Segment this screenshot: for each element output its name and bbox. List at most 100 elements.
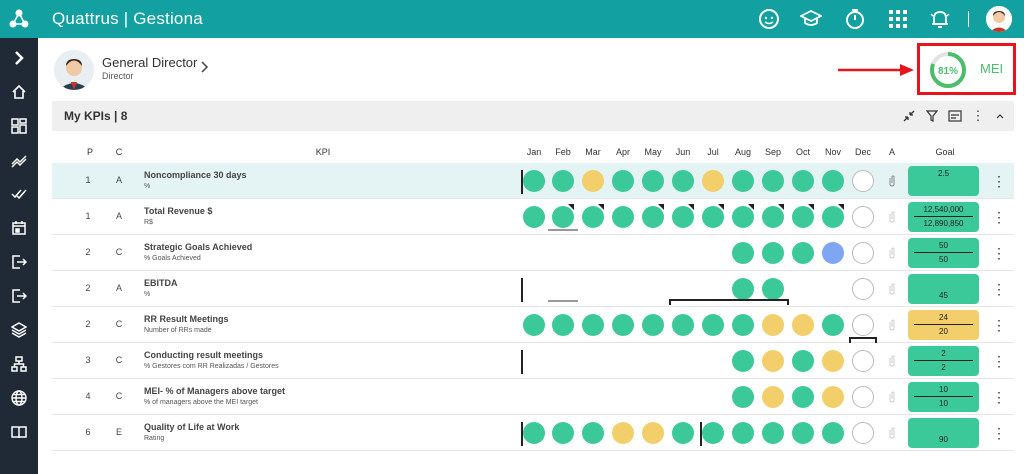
kpi-row[interactable]: 2 C Strategic Goals Achieved % Goals Ach…: [52, 235, 1014, 271]
mei-indicator[interactable]: 81% MEI: [917, 43, 1016, 95]
month-status-dot[interactable]: [582, 314, 604, 336]
chevron-up-icon[interactable]: [991, 107, 1009, 125]
kpi-name[interactable]: Noncompliance 30 days: [144, 170, 247, 180]
goal-box[interactable]: 22: [908, 346, 979, 376]
kpi-row[interactable]: 4 C MEI- % of Managers above target % of…: [52, 379, 1014, 415]
card-view-icon[interactable]: [946, 107, 964, 125]
month-status-dot[interactable]: [552, 170, 574, 192]
month-status-dot[interactable]: [852, 422, 874, 444]
month-status-dot[interactable]: [792, 242, 814, 264]
month-status-dot[interactable]: [642, 170, 664, 192]
kpi-name[interactable]: MEI- % of Managers above target: [144, 386, 285, 396]
goal-box[interactable]: 2.5: [908, 166, 979, 196]
month-status-dot[interactable]: [852, 242, 874, 264]
month-status-dot[interactable]: [822, 170, 844, 192]
goal-box[interactable]: 12,540,000 12,890,850: [908, 202, 979, 232]
month-status-dot[interactable]: [612, 170, 634, 192]
goal-box[interactable]: 90: [908, 418, 979, 448]
month-status-dot[interactable]: [762, 278, 784, 300]
month-status-dot[interactable]: [792, 170, 814, 192]
attachment-icon[interactable]: [887, 319, 897, 331]
month-status-dot[interactable]: [672, 170, 694, 192]
month-status-dot[interactable]: [762, 170, 784, 192]
kpi-name[interactable]: EBITDA: [144, 278, 178, 288]
month-status-dot[interactable]: [523, 314, 545, 336]
graduation-cap-icon[interactable]: [799, 7, 823, 31]
month-status-dot[interactable]: [732, 170, 754, 192]
kpi-name[interactable]: Strategic Goals Achieved: [144, 242, 252, 252]
month-status-dot[interactable]: [762, 242, 784, 264]
attachment-icon[interactable]: [887, 211, 897, 223]
org-chart-icon[interactable]: [7, 352, 31, 376]
month-status-dot[interactable]: [762, 386, 784, 408]
month-status-dot[interactable]: [822, 350, 844, 372]
month-status-dot[interactable]: [732, 278, 754, 300]
trend-icon[interactable]: [7, 148, 31, 172]
kpi-row[interactable]: 2 A EBITDA % 45 ⋮: [52, 271, 1014, 307]
attachment-icon[interactable]: [887, 247, 897, 259]
row-menu-icon[interactable]: ⋮: [992, 281, 1006, 297]
month-status-dot[interactable]: [792, 422, 814, 444]
attachment-icon[interactable]: [887, 391, 897, 403]
month-status-dot[interactable]: [732, 350, 754, 372]
month-status-dot[interactable]: [762, 314, 784, 336]
month-status-dot[interactable]: [792, 350, 814, 372]
month-status-dot[interactable]: [582, 422, 604, 444]
collapse-arrows-icon[interactable]: [900, 107, 918, 125]
attachment-icon[interactable]: [887, 283, 897, 295]
month-status-dot[interactable]: [702, 170, 724, 192]
month-status-dot[interactable]: [612, 206, 634, 228]
month-status-dot[interactable]: [672, 314, 694, 336]
kpi-row[interactable]: 1 A Total Revenue $ R$ 12,540,000 12,890,…: [52, 199, 1014, 235]
kpi-row[interactable]: 3 C Conducting result meetings % Gestore…: [52, 343, 1014, 379]
kpi-row[interactable]: 6 E Quality of Life at Work Rating 90 ⋮: [52, 415, 1014, 451]
kpi-row[interactable]: 1 A Noncompliance 30 days % 2.5 ⋮: [52, 163, 1014, 199]
month-status-dot[interactable]: [642, 422, 664, 444]
month-status-dot[interactable]: [792, 386, 814, 408]
row-menu-icon[interactable]: ⋮: [992, 353, 1006, 369]
app-logo-icon[interactable]: [0, 0, 38, 38]
chevron-right-icon[interactable]: [7, 46, 31, 70]
more-options-icon[interactable]: ⋮: [969, 107, 987, 125]
globe-icon[interactable]: [7, 386, 31, 410]
month-status-dot[interactable]: [523, 206, 545, 228]
logout-icon[interactable]: [7, 284, 31, 308]
month-status-dot[interactable]: [852, 350, 874, 372]
month-status-dot[interactable]: [852, 206, 874, 228]
kpi-name[interactable]: Quality of Life at Work: [144, 422, 239, 432]
dashboard-icon[interactable]: [7, 114, 31, 138]
month-status-dot[interactable]: [762, 422, 784, 444]
month-status-dot[interactable]: [552, 422, 574, 444]
goal-box[interactable]: 45: [908, 274, 979, 304]
month-status-dot[interactable]: [612, 314, 634, 336]
month-status-dot[interactable]: [732, 314, 754, 336]
month-status-dot[interactable]: [582, 170, 604, 192]
goal-box[interactable]: 10 10: [908, 382, 979, 412]
month-status-dot[interactable]: [523, 170, 545, 192]
month-status-dot[interactable]: [523, 422, 545, 444]
month-status-dot[interactable]: [822, 242, 844, 264]
row-menu-icon[interactable]: ⋮: [992, 209, 1006, 225]
month-status-dot[interactable]: [762, 350, 784, 372]
calendar-icon[interactable]: [7, 216, 31, 240]
kpi-name[interactable]: Total Revenue $: [144, 206, 212, 216]
row-menu-icon[interactable]: ⋮: [992, 245, 1006, 261]
month-status-dot[interactable]: [822, 314, 844, 336]
filter-icon[interactable]: [923, 107, 941, 125]
row-menu-icon[interactable]: ⋮: [992, 173, 1006, 189]
month-status-dot[interactable]: [732, 242, 754, 264]
month-status-dot[interactable]: [732, 422, 754, 444]
attachment-icon[interactable]: [887, 175, 897, 187]
attachment-icon[interactable]: [887, 355, 897, 367]
row-menu-icon[interactable]: ⋮: [992, 389, 1006, 405]
month-status-dot[interactable]: [732, 386, 754, 408]
support-icon[interactable]: [757, 7, 781, 31]
book-icon[interactable]: [7, 420, 31, 444]
month-status-dot[interactable]: [822, 422, 844, 444]
apps-grid-icon[interactable]: [886, 7, 910, 31]
exit-icon[interactable]: [7, 250, 31, 274]
month-status-dot[interactable]: [612, 422, 634, 444]
kpi-name[interactable]: Conducting result meetings: [144, 350, 263, 360]
layers-icon[interactable]: [7, 318, 31, 342]
month-status-dot[interactable]: [702, 314, 724, 336]
